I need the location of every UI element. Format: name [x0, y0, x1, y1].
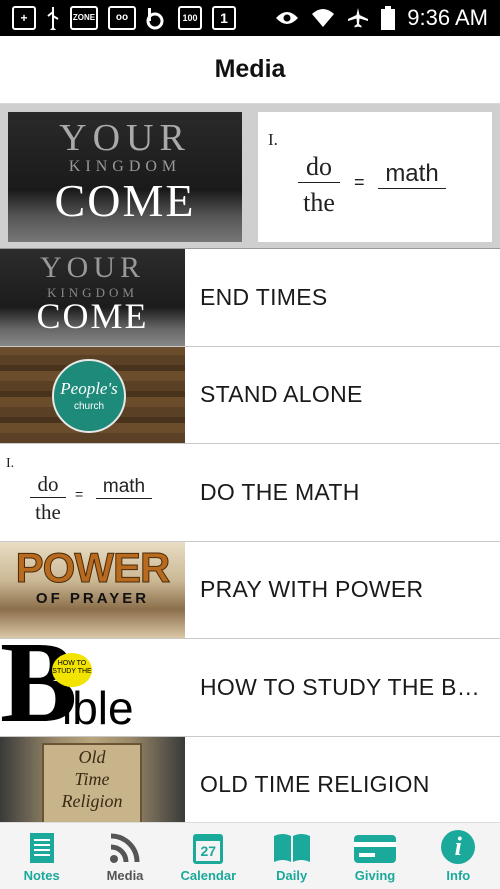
- tab-label: Giving: [354, 868, 396, 883]
- tab-calendar[interactable]: 27 Calendar: [167, 823, 250, 889]
- zone-icon: ZONE: [70, 6, 98, 30]
- clock: 9:36 AM: [407, 5, 488, 30]
- featured-carousel[interactable]: YOUR KINGDOM COME I. do the = math: [0, 104, 500, 249]
- battery-100-icon: 100: [178, 6, 202, 30]
- thumbnail-stand-alone: People's church: [0, 346, 185, 443]
- list-item[interactable]: People's church STAND ALONE: [0, 346, 500, 444]
- thumb-text: HOW TO STUDY THE: [52, 653, 92, 687]
- thumb-text: =: [75, 486, 84, 502]
- featured-doc-bottom: the: [303, 188, 335, 217]
- thumbnail-old-time-religion: Old Time Religion: [0, 736, 185, 833]
- sim-1-icon: 1: [212, 6, 236, 30]
- battery-icon: [381, 6, 396, 30]
- title-bar: Media: [0, 36, 500, 104]
- page-title: Media: [214, 55, 286, 83]
- thumb-text: ible: [62, 682, 134, 734]
- thumb-text: People's: [60, 378, 118, 398]
- featured-image-line1: YOUR: [59, 117, 191, 159]
- featured-doc-numeral: I.: [268, 130, 278, 149]
- featured-image-math[interactable]: I. do the = math: [258, 112, 492, 242]
- thumb-text: Religion: [61, 790, 123, 811]
- thumb-text: I.: [6, 456, 15, 471]
- media-list: YOUR KINGDOM COME END TIMES People's chu…: [0, 249, 500, 834]
- tab-bar: Notes Media 27 Calendar Daily Giving i I…: [0, 822, 500, 889]
- sign-board: Old Time Religion: [42, 742, 142, 829]
- featured-doc-eq: =: [354, 172, 365, 192]
- list-item-title: END TIMES: [200, 283, 328, 310]
- featured-doc-top: do: [298, 152, 340, 183]
- notes-icon: [29, 833, 54, 863]
- featured-doc-word: math: [378, 160, 446, 189]
- thumbnail-pray-with-power: POWER OF PRAYER: [0, 541, 185, 638]
- list-item[interactable]: Old Time Religion OLD TIME RELIGION: [0, 736, 500, 834]
- list-item-title: DO THE MATH: [200, 478, 360, 505]
- thumb-text: math: [96, 476, 152, 499]
- tab-label: Notes: [23, 868, 60, 883]
- tab-label: Calendar: [180, 868, 237, 883]
- tab-media[interactable]: Media: [83, 823, 166, 889]
- thumbnail-end-times: YOUR KINGDOM COME: [0, 249, 185, 346]
- thumbnail-do-the-math: I. do the = math: [0, 444, 185, 541]
- tab-label: Media: [106, 868, 144, 883]
- card-icon: [353, 835, 396, 863]
- book-icon: [273, 834, 310, 862]
- tab-daily[interactable]: Daily: [250, 823, 333, 889]
- list-item[interactable]: POWER OF PRAYER PRAY WITH POWER: [0, 541, 500, 639]
- calendar-icon: 27: [193, 834, 224, 864]
- wifi-icon: [312, 9, 335, 27]
- tab-label: Daily: [276, 868, 308, 883]
- featured-image-kingdom[interactable]: YOUR KINGDOM COME: [8, 112, 242, 242]
- usb-icon: [47, 7, 59, 30]
- featured-image-line3: COME: [54, 175, 196, 226]
- status-bar: + ZONE oo 100 1 9:36 AM: [0, 0, 500, 36]
- rss-icon: [109, 833, 140, 863]
- thumb-text: do: [30, 472, 66, 498]
- list-item-title: OLD TIME RELIGION: [200, 771, 430, 798]
- info-icon: i: [441, 830, 476, 864]
- eye-icon: [276, 12, 299, 24]
- list-item-title: HOW TO STUDY THE BIB...: [200, 673, 485, 700]
- plus-icon: +: [12, 6, 36, 30]
- list-item-title: PRAY WITH POWER: [200, 576, 424, 603]
- thumb-text: Time: [74, 768, 110, 789]
- list-item-title: STAND ALONE: [200, 381, 363, 408]
- list-item[interactable]: YOUR KINGDOM COME END TIMES: [0, 249, 500, 347]
- list-item[interactable]: B ible HOW TO STUDY THE HOW TO STUDY THE…: [0, 639, 500, 737]
- thumb-text: the: [35, 500, 61, 524]
- tab-notes[interactable]: Notes: [0, 823, 83, 889]
- thumb-text: POWER: [15, 543, 171, 591]
- thumb-text: Old: [78, 746, 106, 767]
- list-item[interactable]: I. do the = math DO THE MATH: [0, 444, 500, 542]
- thumb-text: church: [73, 400, 104, 412]
- tab-info[interactable]: i Info: [417, 823, 500, 889]
- airplane-icon: [348, 8, 369, 28]
- thumbnail-study-bible: B ible HOW TO STUDY THE: [0, 639, 185, 736]
- thumb-text: YOUR: [39, 251, 145, 284]
- beats-icon: [146, 8, 164, 30]
- church-logo-icon: People's church: [52, 358, 126, 433]
- voicemail-icon: oo: [108, 6, 136, 30]
- thumb-text: COME: [36, 296, 149, 336]
- thumb-text: OF PRAYER: [35, 589, 150, 607]
- tab-giving[interactable]: Giving: [333, 823, 416, 889]
- tab-label: Info: [446, 868, 471, 883]
